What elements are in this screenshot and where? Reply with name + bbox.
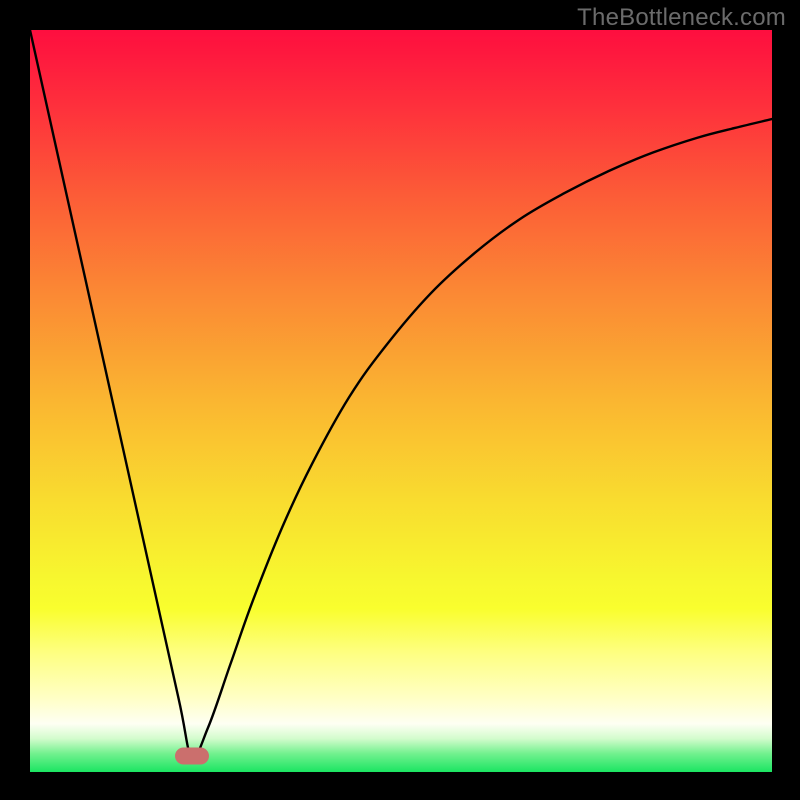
plot-svg [30,30,772,772]
chart-frame: TheBottleneck.com [0,0,800,800]
watermark-text: TheBottleneck.com [577,4,786,32]
gradient-background [30,30,772,772]
plot-area [30,30,772,772]
minimum-marker [175,747,209,764]
